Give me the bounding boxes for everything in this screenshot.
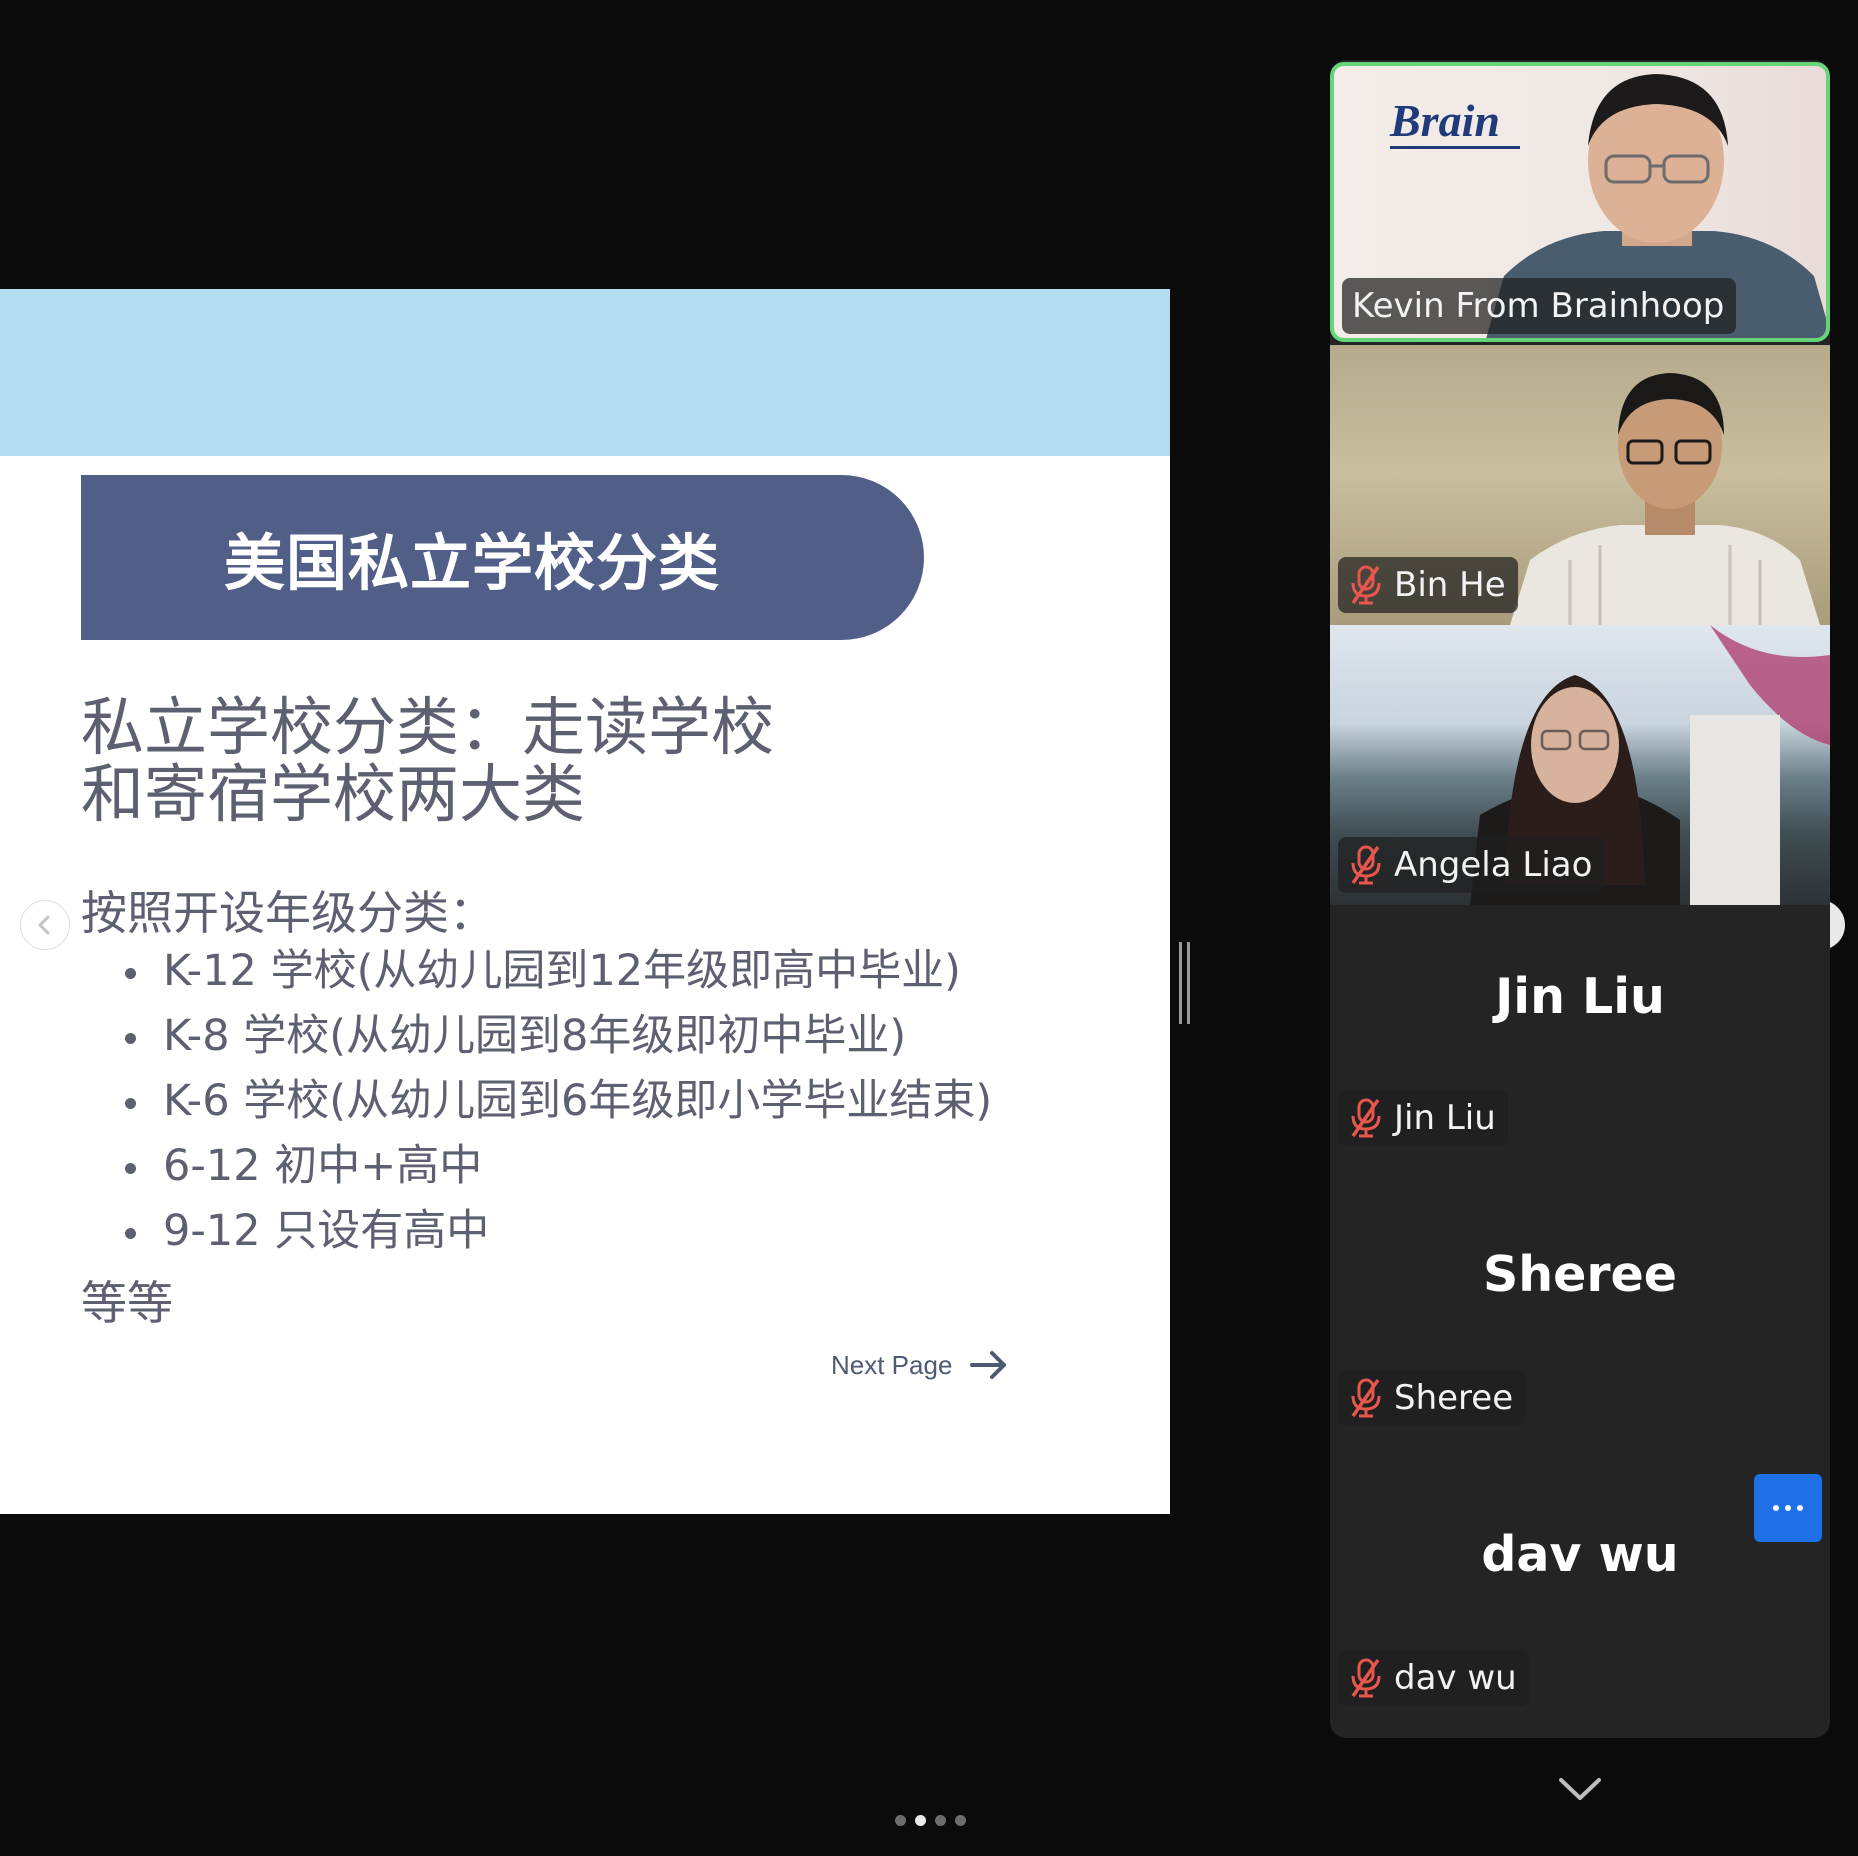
list-item: K-8 学校(从幼儿园到8年级即初中毕业) <box>125 1004 992 1069</box>
chevron-down-icon[interactable] <box>1555 1770 1605 1810</box>
more-options-button[interactable] <box>1754 1474 1822 1542</box>
participant-name-tag: Angela Liao <box>1338 837 1605 893</box>
participant-name: Angela Liao <box>1394 845 1593 885</box>
video-tile-angela-liao[interactable]: Angela Liao <box>1330 625 1830 905</box>
video-tile-kevin[interactable]: Brain Kevin From Brainhoop <box>1330 62 1830 342</box>
participant-name: dav wu <box>1394 1658 1517 1698</box>
audio-tile-jin-liu[interactable]: Jin Liu Jin Liu <box>1330 900 1830 1180</box>
slide-title-bar: 美国私立学校分类 <box>81 475 924 640</box>
participant-name: Kevin From Brainhoop <box>1352 286 1725 326</box>
participant-display-name: Sheree <box>1482 1246 1678 1303</box>
mic-muted-icon <box>1351 1378 1381 1418</box>
list-item: K-12 学校(从幼儿园到12年级即高中毕业) <box>125 939 992 1004</box>
list-item: K-6 学校(从幼儿园到6年级即小学毕业结束) <box>125 1069 992 1134</box>
mic-muted-icon <box>1351 845 1381 885</box>
page-dot[interactable] <box>935 1815 946 1826</box>
slide-subtitle-line: 和寄宿学校两大类 <box>81 758 585 831</box>
participant-name-tag: Bin He <box>1338 557 1518 613</box>
slide-header-band <box>0 289 1170 456</box>
slide-subtitle-line: 私立学校分类：走读学校 <box>81 691 774 764</box>
participant-name: Jin Liu <box>1394 1098 1496 1138</box>
participant-name-tag: dav wu <box>1338 1650 1529 1706</box>
participant-display-name: Jin Liu <box>1495 968 1665 1025</box>
participant-name-tag: Jin Liu <box>1338 1090 1508 1146</box>
participant-name: Bin He <box>1394 565 1506 605</box>
panel-resize-handle[interactable] <box>1178 942 1192 1024</box>
previous-page-button[interactable] <box>20 900 70 950</box>
participant-video <box>1510 373 1820 625</box>
page-dot[interactable] <box>895 1815 906 1826</box>
chevron-left-icon <box>38 915 50 935</box>
arrow-right-icon <box>970 1351 1007 1379</box>
audio-tile-sheree[interactable]: Sheree Sheree <box>1330 1180 1830 1460</box>
mic-muted-icon <box>1351 1098 1381 1138</box>
mic-muted-icon <box>1351 565 1381 605</box>
slide-footer-text: 等等 <box>81 1276 173 1330</box>
participant-name-tag: Sheree <box>1338 1370 1526 1426</box>
more-icon <box>1773 1505 1779 1511</box>
next-page-label: Next Page <box>831 1349 953 1380</box>
page-dot-active[interactable] <box>915 1815 926 1826</box>
participant-name: Sheree <box>1394 1378 1514 1418</box>
video-tile-bin-he[interactable]: Bin He <box>1330 345 1830 625</box>
participant-name-tag: Kevin From Brainhoop <box>1342 278 1737 334</box>
mic-muted-icon <box>1351 1658 1381 1698</box>
slide-subtitle: 私立学校分类：走读学校 和寄宿学校两大类 <box>81 694 981 828</box>
slide-bullet-list: K-12 学校(从幼儿园到12年级即高中毕业) K-8 学校(从幼儿园到8年级即… <box>125 939 992 1264</box>
slide-list-heading: 按照开设年级分类： <box>81 886 495 940</box>
carousel-page-indicator <box>895 1815 966 1826</box>
next-page-link: Next Page <box>831 1344 1010 1386</box>
list-item: 6-12 初中+高中 <box>125 1134 992 1199</box>
slide-title: 美国私立学校分类 <box>224 528 721 599</box>
shared-screen-slide: 美国私立学校分类 私立学校分类：走读学校 和寄宿学校两大类 按照开设年级分类： … <box>0 289 1170 1514</box>
list-item: 9-12 只设有高中 <box>125 1199 992 1264</box>
page-dot[interactable] <box>955 1815 966 1826</box>
